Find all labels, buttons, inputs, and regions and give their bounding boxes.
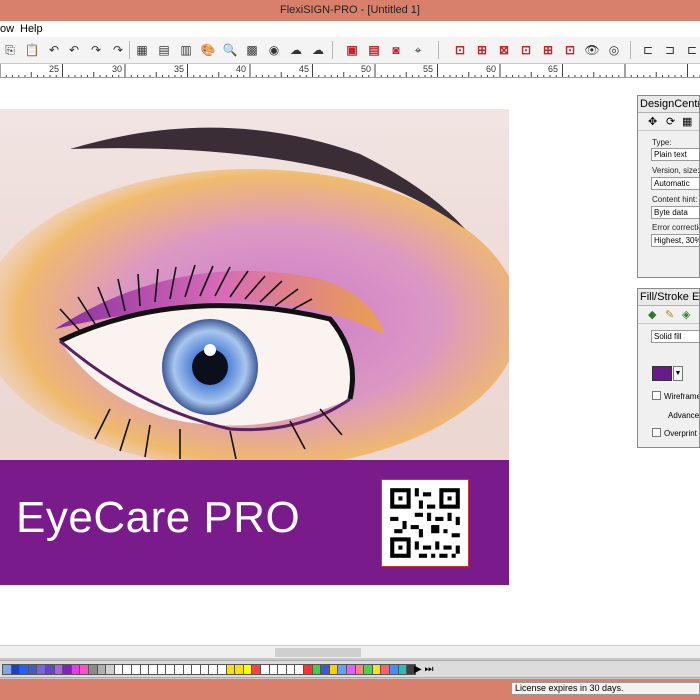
- ruler-label: 50: [361, 64, 372, 74]
- brand-banner[interactable]: EyeCare PRO: [0, 460, 509, 585]
- artwork-design[interactable]: EyeCare PRO: [0, 109, 509, 585]
- version-size-select[interactable]: Automatic: [651, 177, 699, 190]
- node-join-icon[interactable]: ⊡: [516, 40, 536, 60]
- eye-photo[interactable]: [0, 109, 509, 460]
- license-status: License expires in 30 days.: [511, 682, 700, 695]
- ruler-label: 65: [548, 64, 559, 74]
- window-title: FlexiSIGN-PRO - [Untitled 1]: [280, 4, 420, 16]
- color-dropdown-icon[interactable]: ▼: [673, 366, 683, 381]
- palette-scroll-icon[interactable]: ▶ ⏭: [414, 663, 433, 676]
- eye-illustration: [0, 127, 509, 460]
- toolbar-separator: [438, 41, 439, 59]
- ruler-label: 40: [236, 64, 247, 74]
- ruler-label: 60: [486, 64, 497, 74]
- menu-item-window[interactable]: ow: [0, 21, 14, 37]
- qr-mini-icon[interactable]: ▦: [682, 115, 692, 128]
- qr-pattern: [382, 480, 468, 566]
- title-bar: FlexiSIGN-PRO - [Untitled 1]: [0, 0, 700, 21]
- grid-icon[interactable]: ▥: [176, 40, 196, 60]
- node-add-icon[interactable]: ⊞: [472, 40, 492, 60]
- wireframe-checkbox[interactable]: [652, 391, 661, 400]
- horizontal-scrollbar[interactable]: [0, 645, 700, 658]
- align-right-icon[interactable]: ⊏: [682, 40, 700, 60]
- toolbar-separator: [129, 41, 130, 59]
- pen-icon[interactable]: ✎: [665, 308, 674, 321]
- ruler-ticks: [0, 64, 700, 77]
- fill-type-select[interactable]: Solid fill: [651, 330, 699, 343]
- cloud-icon[interactable]: ☁: [286, 40, 306, 60]
- design-central-icons: ✥ ⟳ ▦: [638, 113, 699, 131]
- copy-icon[interactable]: ⎘: [0, 40, 20, 60]
- eye-icon[interactable]: 👁: [582, 40, 602, 60]
- node-tool-icon[interactable]: ⊡: [450, 40, 470, 60]
- wireframe-label: Wireframe: [664, 392, 700, 401]
- stroke-icon[interactable]: ◈: [682, 308, 690, 321]
- color-wheel-icon[interactable]: ◉: [264, 40, 284, 60]
- color-palette-icon[interactable]: 🎨: [198, 40, 218, 60]
- design-central-title[interactable]: DesignCentral: [638, 96, 699, 113]
- type-select[interactable]: Plain text: [651, 148, 699, 161]
- ruler-label: 25: [49, 64, 60, 74]
- color-palette-bar: ▶ ⏭: [0, 660, 700, 678]
- overprint-checkbox[interactable]: [652, 428, 661, 437]
- design-central-panel: DesignCentral ✥ ⟳ ▦ Type: Plain text Ver…: [637, 95, 700, 278]
- qr-code[interactable]: [381, 479, 469, 567]
- frame-icon[interactable]: ▣: [342, 40, 362, 60]
- move-arrows-icon[interactable]: ✥: [648, 115, 657, 128]
- advanced-button[interactable]: Advanced: [668, 411, 699, 420]
- node-smooth-icon[interactable]: ⊡: [560, 40, 580, 60]
- status-bar: License expires in 30 days.: [0, 679, 700, 700]
- fill-color-swatch[interactable]: [652, 366, 672, 381]
- eye-outline-icon[interactable]: ◎: [604, 40, 624, 60]
- toolbar-separator: [630, 41, 631, 59]
- menu-bar: ow Help: [0, 21, 700, 37]
- content-hint-label: Content hint:: [652, 195, 698, 204]
- error-correction-label: Error correction: [652, 223, 699, 232]
- color-map-icon[interactable]: ▩: [242, 40, 262, 60]
- ruler-label: 55: [423, 64, 434, 74]
- frame-list-icon[interactable]: ▤: [364, 40, 384, 60]
- redo-list-icon[interactable]: ↷: [108, 40, 128, 60]
- scrollbar-thumb[interactable]: [275, 648, 361, 657]
- app-window: FlexiSIGN-PRO - [Untitled 1] ow Help ⎘ 📋…: [0, 0, 700, 700]
- ruler-label: 45: [299, 64, 310, 74]
- version-size-label: Version, size:: [652, 166, 700, 175]
- design-canvas[interactable]: EyeCare PRO: [0, 78, 637, 645]
- fill-stroke-icons: ◆ ✎ ◈: [638, 306, 699, 324]
- node-delete-icon[interactable]: ⊠: [494, 40, 514, 60]
- undo-icon[interactable]: ↶: [44, 40, 64, 60]
- ruler-label: 30: [112, 64, 123, 74]
- frame-inner-icon[interactable]: ◙: [386, 40, 406, 60]
- align-center-icon[interactable]: ⊐: [660, 40, 680, 60]
- menu-item-help[interactable]: Help: [20, 21, 43, 37]
- content-hint-select[interactable]: Byte data: [651, 206, 699, 219]
- fill-stroke-panel: Fill/Stroke Ed ◆ ✎ ◈ Solid fill ▼ Wirefr…: [637, 288, 700, 448]
- paste-icon[interactable]: 📋: [22, 40, 42, 60]
- zoom-icon[interactable]: 🔍: [220, 40, 240, 60]
- ruler-label: 35: [174, 64, 185, 74]
- crosshair-icon[interactable]: ⌖: [408, 40, 428, 60]
- fill-bucket-icon[interactable]: ◆: [648, 308, 656, 321]
- main-toolbar: ⎘ 📋 ↶ ↶ ↷ ↷ ▦ ▤ ▥ 🎨 🔍 ▩ ◉ ☁ ☁ ▣ ▤ ◙ ⌖ ⊡ …: [0, 37, 700, 64]
- type-label: Type:: [652, 138, 672, 147]
- node-break-icon[interactable]: ⊞: [538, 40, 558, 60]
- fill-stroke-title[interactable]: Fill/Stroke Ed: [638, 289, 699, 306]
- layout-icon[interactable]: ▤: [154, 40, 174, 60]
- cloud-upload-icon[interactable]: ☁: [308, 40, 328, 60]
- error-correction-select[interactable]: Highest, 30%: [651, 234, 699, 247]
- align-icon[interactable]: ▦: [132, 40, 152, 60]
- undo-list-icon[interactable]: ↶: [64, 40, 84, 60]
- refresh-icon[interactable]: ⟳: [666, 115, 675, 128]
- brand-text[interactable]: EyeCare PRO: [16, 493, 300, 543]
- horizontal-ruler[interactable]: 25 30 35 40 45 50 55 60 65: [0, 64, 700, 78]
- toolbar-separator: [332, 41, 333, 59]
- align-left-icon[interactable]: ⊏: [638, 40, 658, 60]
- overprint-label: Overprint: [664, 429, 697, 438]
- redo-icon[interactable]: ↷: [86, 40, 106, 60]
